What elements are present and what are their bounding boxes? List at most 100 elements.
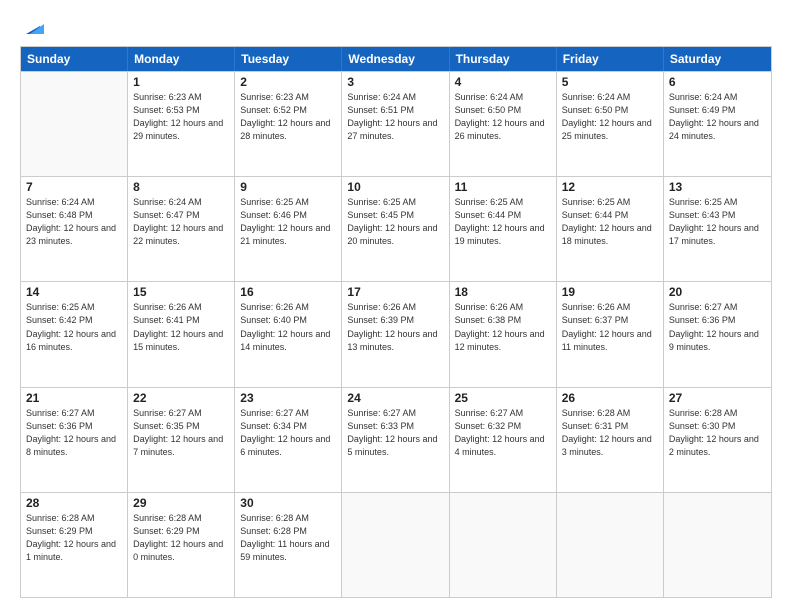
cell-info: Sunrise: 6:27 AM Sunset: 6:36 PM Dayligh… <box>669 301 766 353</box>
day-number: 18 <box>455 285 551 299</box>
calendar-cell-15: 15 Sunrise: 6:26 AM Sunset: 6:41 PM Dayli… <box>128 282 235 386</box>
day-number: 21 <box>26 391 122 405</box>
day-number: 19 <box>562 285 658 299</box>
calendar-cell-empty-4-6 <box>664 493 771 597</box>
calendar-cell-6: 6 Sunrise: 6:24 AM Sunset: 6:49 PM Daylig… <box>664 72 771 176</box>
calendar-cell-empty-4-3 <box>342 493 449 597</box>
calendar-week-1: 7 Sunrise: 6:24 AM Sunset: 6:48 PM Daylig… <box>21 176 771 281</box>
day-number: 12 <box>562 180 658 194</box>
calendar-header-saturday: Saturday <box>664 47 771 71</box>
cell-info: Sunrise: 6:26 AM Sunset: 6:38 PM Dayligh… <box>455 301 551 353</box>
calendar-header-wednesday: Wednesday <box>342 47 449 71</box>
calendar-cell-7: 7 Sunrise: 6:24 AM Sunset: 6:48 PM Daylig… <box>21 177 128 281</box>
cell-info: Sunrise: 6:23 AM Sunset: 6:53 PM Dayligh… <box>133 91 229 143</box>
day-number: 4 <box>455 75 551 89</box>
cell-info: Sunrise: 6:27 AM Sunset: 6:32 PM Dayligh… <box>455 407 551 459</box>
cell-info: Sunrise: 6:27 AM Sunset: 6:33 PM Dayligh… <box>347 407 443 459</box>
day-number: 24 <box>347 391 443 405</box>
calendar-week-2: 14Sunrise: 6:25 AM Sunset: 6:42 PM Dayli… <box>21 281 771 386</box>
day-number: 6 <box>669 75 766 89</box>
cell-info: Sunrise: 6:25 AM Sunset: 6:42 PM Dayligh… <box>26 301 122 353</box>
calendar-cell-29: 29 Sunrise: 6:28 AM Sunset: 6:29 PM Dayli… <box>128 493 235 597</box>
calendar-cell-1: 1 Sunrise: 6:23 AM Sunset: 6:53 PM Daylig… <box>128 72 235 176</box>
day-number: 27 <box>669 391 766 405</box>
cell-info: Sunrise: 6:24 AM Sunset: 6:50 PM Dayligh… <box>562 91 658 143</box>
calendar-cell-5: 5 Sunrise: 6:24 AM Sunset: 6:50 PM Daylig… <box>557 72 664 176</box>
calendar-cell-4: 4 Sunrise: 6:24 AM Sunset: 6:50 PM Daylig… <box>450 72 557 176</box>
calendar-cell-empty-4-5 <box>557 493 664 597</box>
cell-info: Sunrise: 6:25 AM Sunset: 6:46 PM Dayligh… <box>240 196 336 248</box>
day-number: 28 <box>26 496 122 510</box>
day-number: 7 <box>26 180 122 194</box>
cell-info: Sunrise: 6:28 AM Sunset: 6:29 PM Dayligh… <box>133 512 229 564</box>
day-number: 1 <box>133 75 229 89</box>
calendar-cell-17: 17Sunrise: 6:26 AM Sunset: 6:39 PM Dayli… <box>342 282 449 386</box>
day-number: 16 <box>240 285 336 299</box>
calendar-week-0: 1 Sunrise: 6:23 AM Sunset: 6:53 PM Daylig… <box>21 71 771 176</box>
calendar-header-thursday: Thursday <box>450 47 557 71</box>
page: SundayMondayTuesdayWednesdayThursdayFrid… <box>0 0 792 612</box>
cell-info: Sunrise: 6:24 AM Sunset: 6:47 PM Dayligh… <box>133 196 229 248</box>
cell-info: Sunrise: 6:27 AM Sunset: 6:36 PM Dayligh… <box>26 407 122 459</box>
day-number: 5 <box>562 75 658 89</box>
cell-info: Sunrise: 6:27 AM Sunset: 6:34 PM Dayligh… <box>240 407 336 459</box>
day-number: 30 <box>240 496 336 510</box>
day-number: 22 <box>133 391 229 405</box>
calendar-cell-18: 18 Sunrise: 6:26 AM Sunset: 6:38 PM Dayli… <box>450 282 557 386</box>
calendar-cell-19: 19 Sunrise: 6:26 AM Sunset: 6:37 PM Dayli… <box>557 282 664 386</box>
calendar-cell-9: 9 Sunrise: 6:25 AM Sunset: 6:46 PM Daylig… <box>235 177 342 281</box>
cell-info: Sunrise: 6:25 AM Sunset: 6:45 PM Dayligh… <box>347 196 443 248</box>
cell-info: Sunrise: 6:25 AM Sunset: 6:43 PM Dayligh… <box>669 196 766 248</box>
cell-info: Sunrise: 6:26 AM Sunset: 6:41 PM Dayligh… <box>133 301 229 353</box>
calendar-cell-23: 23 Sunrise: 6:27 AM Sunset: 6:34 PM Dayli… <box>235 388 342 492</box>
calendar-cell-24: 24 Sunrise: 6:27 AM Sunset: 6:33 PM Dayli… <box>342 388 449 492</box>
calendar-header-sunday: Sunday <box>21 47 128 71</box>
cell-info: Sunrise: 6:25 AM Sunset: 6:44 PM Dayligh… <box>562 196 658 248</box>
calendar-cell-empty-4-4 <box>450 493 557 597</box>
day-number: 10 <box>347 180 443 194</box>
cell-info: Sunrise: 6:28 AM Sunset: 6:30 PM Dayligh… <box>669 407 766 459</box>
calendar-header-friday: Friday <box>557 47 664 71</box>
calendar-cell-11: 11Sunrise: 6:25 AM Sunset: 6:44 PM Dayli… <box>450 177 557 281</box>
calendar-header-tuesday: Tuesday <box>235 47 342 71</box>
calendar-cell-30: 30 Sunrise: 6:28 AM Sunset: 6:28 PM Dayli… <box>235 493 342 597</box>
calendar-cell-13: 13 Sunrise: 6:25 AM Sunset: 6:43 PM Dayli… <box>664 177 771 281</box>
calendar-cell-20: 20Sunrise: 6:27 AM Sunset: 6:36 PM Dayli… <box>664 282 771 386</box>
calendar-cell-16: 16 Sunrise: 6:26 AM Sunset: 6:40 PM Dayli… <box>235 282 342 386</box>
cell-info: Sunrise: 6:28 AM Sunset: 6:29 PM Dayligh… <box>26 512 122 564</box>
cell-info: Sunrise: 6:24 AM Sunset: 6:49 PM Dayligh… <box>669 91 766 143</box>
calendar-cell-empty-0-0 <box>21 72 128 176</box>
calendar-body: 1 Sunrise: 6:23 AM Sunset: 6:53 PM Daylig… <box>21 71 771 597</box>
calendar-cell-21: 21 Sunrise: 6:27 AM Sunset: 6:36 PM Dayli… <box>21 388 128 492</box>
cell-info: Sunrise: 6:28 AM Sunset: 6:28 PM Dayligh… <box>240 512 336 564</box>
cell-info: Sunrise: 6:24 AM Sunset: 6:51 PM Dayligh… <box>347 91 443 143</box>
calendar-cell-28: 28 Sunrise: 6:28 AM Sunset: 6:29 PM Dayli… <box>21 493 128 597</box>
header <box>20 18 772 38</box>
day-number: 17 <box>347 285 443 299</box>
cell-info: Sunrise: 6:24 AM Sunset: 6:50 PM Dayligh… <box>455 91 551 143</box>
logo-icon <box>22 16 44 38</box>
calendar-header-monday: Monday <box>128 47 235 71</box>
cell-info: Sunrise: 6:26 AM Sunset: 6:40 PM Dayligh… <box>240 301 336 353</box>
day-number: 25 <box>455 391 551 405</box>
logo <box>20 18 44 38</box>
day-number: 9 <box>240 180 336 194</box>
calendar-cell-3: 3 Sunrise: 6:24 AM Sunset: 6:51 PM Daylig… <box>342 72 449 176</box>
calendar-week-4: 28 Sunrise: 6:28 AM Sunset: 6:29 PM Dayli… <box>21 492 771 597</box>
calendar-cell-27: 27 Sunrise: 6:28 AM Sunset: 6:30 PM Dayli… <box>664 388 771 492</box>
calendar-cell-10: 10 Sunrise: 6:25 AM Sunset: 6:45 PM Dayli… <box>342 177 449 281</box>
calendar-cell-12: 12 Sunrise: 6:25 AM Sunset: 6:44 PM Dayli… <box>557 177 664 281</box>
cell-info: Sunrise: 6:24 AM Sunset: 6:48 PM Dayligh… <box>26 196 122 248</box>
day-number: 2 <box>240 75 336 89</box>
day-number: 3 <box>347 75 443 89</box>
day-number: 13 <box>669 180 766 194</box>
calendar-cell-8: 8Sunrise: 6:24 AM Sunset: 6:47 PM Daylig… <box>128 177 235 281</box>
calendar-cell-14: 14Sunrise: 6:25 AM Sunset: 6:42 PM Dayli… <box>21 282 128 386</box>
day-number: 15 <box>133 285 229 299</box>
day-number: 29 <box>133 496 229 510</box>
calendar-header-row: SundayMondayTuesdayWednesdayThursdayFrid… <box>21 47 771 71</box>
day-number: 26 <box>562 391 658 405</box>
day-number: 23 <box>240 391 336 405</box>
cell-info: Sunrise: 6:28 AM Sunset: 6:31 PM Dayligh… <box>562 407 658 459</box>
cell-info: Sunrise: 6:26 AM Sunset: 6:37 PM Dayligh… <box>562 301 658 353</box>
